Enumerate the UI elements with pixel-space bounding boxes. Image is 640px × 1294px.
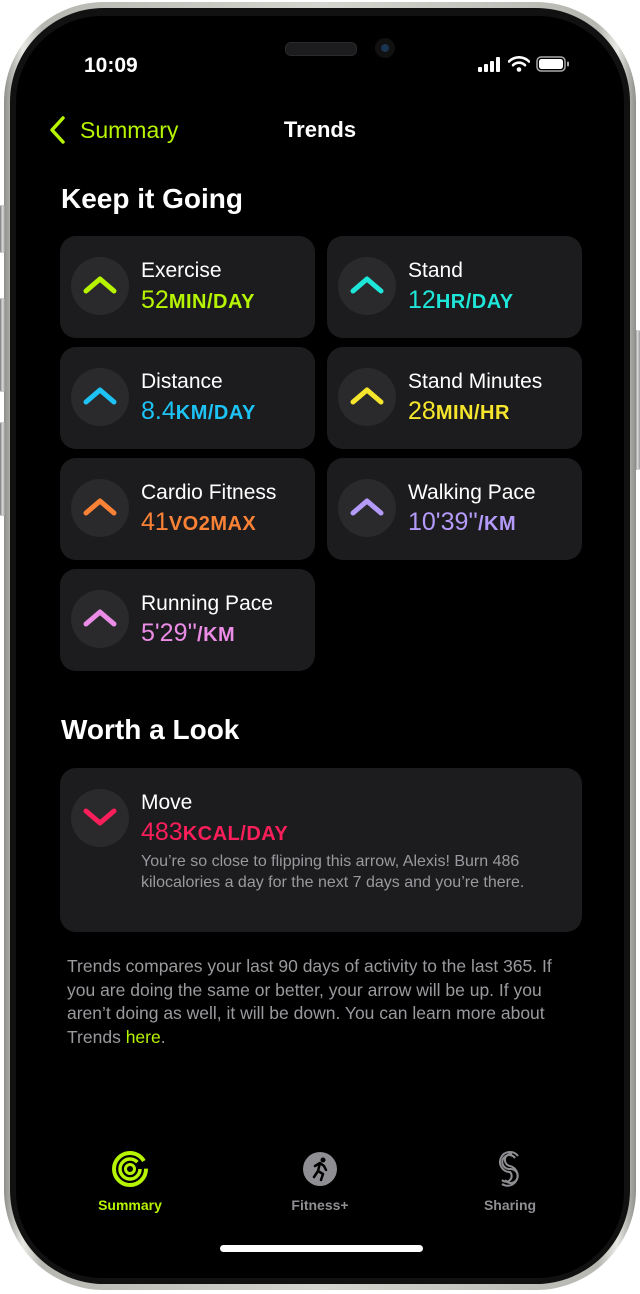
silent-switch — [0, 205, 5, 253]
trend-value-unit: KM/DAY — [175, 402, 256, 424]
tab-summary[interactable]: Summary — [70, 1150, 190, 1213]
trend-title: Distance — [141, 370, 223, 393]
wifi-icon — [508, 56, 530, 72]
status-icons — [478, 56, 570, 72]
footnote-end: . — [160, 1026, 166, 1047]
trend-icon-bg — [338, 257, 396, 315]
page-title: Trends — [283, 117, 357, 142]
arrow-up-icon — [83, 609, 117, 627]
section-title-worth-a-look: Worth a Look — [61, 714, 240, 745]
trend-value: 12HR/DAY — [408, 286, 514, 315]
trend-icon-bg — [71, 789, 129, 847]
trend-icon-bg — [71, 479, 129, 537]
tab-fitness-plus[interactable]: Fitness+ — [260, 1150, 380, 1213]
trend-card-move[interactable]: Move 483KCAL/DAY You’re so close to flip… — [60, 768, 582, 932]
trend-value-unit: /KM — [477, 513, 517, 535]
trend-icon-bg — [71, 590, 129, 648]
trend-value: 10'39''/KM — [408, 508, 516, 537]
trend-value-number: 41 — [141, 508, 169, 536]
trend-value-unit: /KM — [197, 624, 236, 646]
tab-sharing[interactable]: Sharing — [450, 1150, 570, 1213]
speaker-grille — [285, 42, 357, 56]
trend-value-unit: MIN/DAY — [168, 291, 255, 313]
side-button — [635, 330, 640, 470]
trend-title: Walking Pace — [408, 481, 536, 504]
trend-value-unit: MIN/HR — [435, 402, 510, 424]
trend-card-stand-minutes[interactable]: Stand Minutes 28MIN/HR — [327, 347, 582, 449]
arrow-up-icon — [83, 276, 117, 294]
arrow-up-icon — [350, 387, 384, 405]
trend-value: 5'29''/KM — [141, 619, 235, 648]
trends-footnote: Trends compares your last 90 days of act… — [67, 955, 577, 1049]
arrow-up-icon — [83, 387, 117, 405]
trend-title: Stand — [408, 259, 463, 282]
trend-card-stand[interactable]: Stand 12HR/DAY — [327, 236, 582, 338]
trend-title: Cardio Fitness — [141, 481, 277, 504]
arrow-down-icon — [83, 808, 117, 826]
front-camera — [375, 38, 395, 58]
tab-label: Sharing — [483, 1197, 537, 1213]
home-indicator[interactable] — [220, 1245, 423, 1252]
trend-title: Stand Minutes — [408, 370, 543, 393]
trend-value-number: 10'39'' — [408, 508, 478, 536]
trend-icon-bg — [338, 368, 396, 426]
trend-card-cardio-fitness[interactable]: Cardio Fitness 41VO2MAX — [60, 458, 315, 560]
tab-label: Summary — [98, 1197, 162, 1213]
trend-title: Move — [141, 791, 193, 814]
volume-up-button — [0, 298, 5, 392]
trend-icon-bg — [71, 368, 129, 426]
trend-value-unit: KCAL/DAY — [182, 823, 289, 845]
learn-more-link[interactable]: here — [126, 1027, 161, 1047]
trend-value: 52MIN/DAY — [141, 286, 255, 315]
trend-value: 8.4KM/DAY — [141, 397, 256, 426]
tab-label: Fitness+ — [291, 1197, 349, 1213]
trend-title: Running Pace — [141, 592, 273, 615]
arrow-up-icon — [350, 498, 384, 516]
trend-card-distance[interactable]: Distance 8.4KM/DAY — [60, 347, 315, 449]
arrow-up-icon — [350, 276, 384, 294]
arrow-up-icon — [83, 498, 117, 516]
trend-value-number: 5'29'' — [141, 619, 198, 647]
activity-rings-icon — [112, 1151, 148, 1187]
trend-card-running-pace[interactable]: Running Pace 5'29''/KM — [60, 569, 315, 671]
fitness-plus-icon — [303, 1152, 337, 1186]
sharing-icon — [499, 1151, 519, 1187]
cellular-signal-icon — [478, 56, 500, 72]
trend-value-number: 28 — [408, 397, 436, 425]
trend-value-unit: VO2MAX — [168, 513, 257, 535]
trend-icon-bg — [338, 479, 396, 537]
trend-icon-bg — [71, 257, 129, 315]
trend-value: 28MIN/HR — [408, 397, 510, 426]
status-time: 10:09 — [84, 54, 138, 77]
trend-value-unit: HR/DAY — [435, 291, 514, 313]
trend-value-number: 483 — [141, 818, 183, 846]
trend-title: Exercise — [141, 259, 222, 282]
trend-value: 483KCAL/DAY — [141, 818, 288, 847]
trend-card-walking-pace[interactable]: Walking Pace 10'39''/KM — [327, 458, 582, 560]
trend-value-number: 12 — [408, 286, 436, 314]
volume-down-button — [0, 422, 5, 516]
trend-value-number: 8.4 — [141, 397, 176, 425]
trend-card-exercise[interactable]: Exercise 52MIN/DAY — [60, 236, 315, 338]
trend-value: 41VO2MAX — [141, 508, 256, 537]
trend-description: You’re so close to flipping this arrow, … — [141, 853, 525, 891]
trend-value-number: 52 — [141, 286, 169, 314]
battery-icon — [536, 56, 569, 72]
section-title-keep-going: Keep it Going — [61, 183, 243, 214]
